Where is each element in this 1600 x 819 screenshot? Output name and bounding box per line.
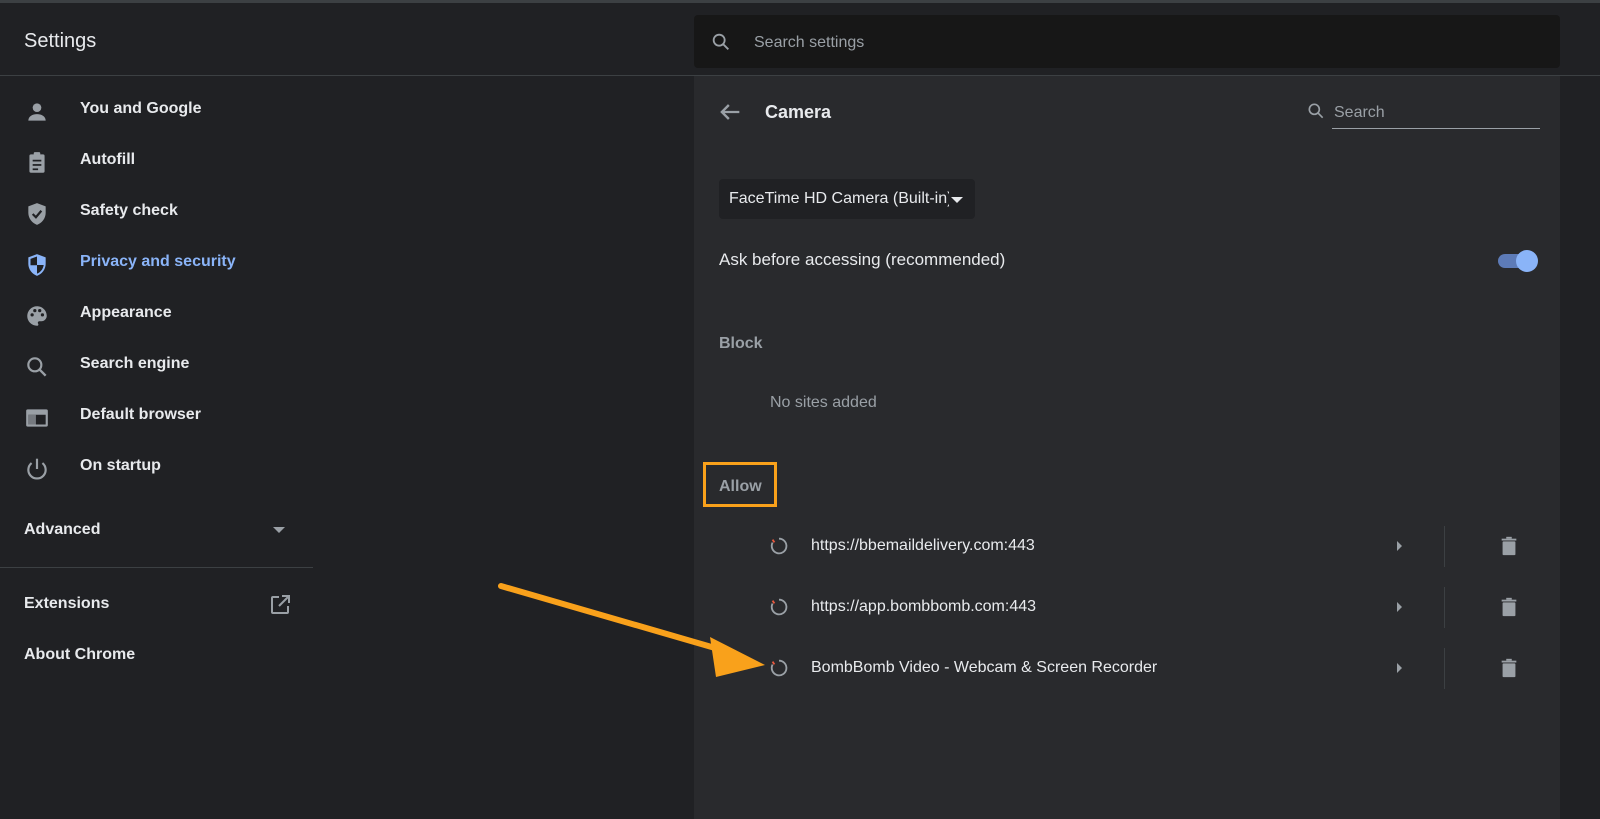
camera-search[interactable]: [1306, 98, 1540, 129]
chevron-right-icon[interactable]: [1397, 541, 1402, 551]
browser-icon: [26, 409, 48, 427]
clipboard-icon: [29, 152, 45, 173]
allowed-site-row: BombBomb Video - Webcam & Screen Recorde…: [694, 638, 1560, 699]
sidebar-item-label: Default browser: [80, 406, 201, 423]
sidebar-item-label: You and Google: [80, 100, 202, 117]
trash-icon[interactable]: [1498, 534, 1520, 558]
open-in-new-icon: [271, 595, 290, 614]
person-icon: [28, 103, 46, 121]
loading-favicon-icon: [770, 598, 788, 616]
search-icon: [712, 33, 729, 50]
top-bar: Settings: [0, 0, 1600, 76]
row-separator: [1444, 587, 1445, 628]
sidebar-item-label: Privacy and security: [80, 253, 236, 270]
sidebar-item-appearance[interactable]: Appearance: [0, 290, 313, 341]
allowed-site-row: https://bbemaildelivery.com:443: [694, 516, 1560, 577]
dropdown-caret-icon: [951, 197, 963, 203]
sidebar-item-autofill[interactable]: Autofill: [0, 137, 313, 188]
extensions-label: Extensions: [24, 595, 110, 612]
shield-check-icon: [28, 203, 46, 225]
sidebar: You and Google Autofill Safety check Pri…: [0, 76, 313, 819]
palette-icon: [27, 306, 47, 326]
camera-settings-panel: Camera FaceTime HD Camera (Built-in) Ask…: [694, 76, 1560, 819]
page-title: Camera: [765, 102, 832, 122]
sidebar-item-on-startup[interactable]: On startup: [0, 443, 313, 494]
toggle-knob: [1516, 250, 1538, 272]
row-separator: [1444, 648, 1445, 689]
advanced-label: Advanced: [24, 521, 101, 538]
advanced-toggle[interactable]: Advanced: [0, 506, 313, 556]
app-title: Settings: [24, 30, 97, 52]
search-input[interactable]: [752, 15, 1536, 70]
block-heading: Block: [719, 335, 763, 352]
settings-search-box[interactable]: [694, 15, 1560, 70]
ask-before-accessing-label: Ask before accessing (recommended): [719, 250, 1006, 269]
chevron-right-icon[interactable]: [1397, 663, 1402, 673]
sidebar-item-label: Appearance: [80, 304, 172, 321]
chevron-down-icon: [273, 527, 285, 533]
camera-device-select[interactable]: FaceTime HD Camera (Built-in): [719, 179, 975, 219]
camera-search-input[interactable]: [1332, 98, 1540, 129]
loading-favicon-icon: [770, 537, 788, 555]
sidebar-item-label: Search engine: [80, 355, 190, 372]
chevron-right-icon[interactable]: [1397, 602, 1402, 612]
block-empty-message: No sites added: [770, 394, 877, 411]
search-icon: [1308, 103, 1324, 119]
sidebar-item-label: Safety check: [80, 202, 178, 219]
allowed-site-row: https://app.bombbomb.com:443: [694, 577, 1560, 638]
sidebar-item-search-engine[interactable]: Search engine: [0, 341, 313, 392]
sidebar-divider: [0, 567, 313, 568]
search-icon: [27, 357, 47, 377]
sidebar-item-safety-check[interactable]: Safety check: [0, 188, 313, 239]
shield-half-icon: [28, 254, 46, 276]
power-icon: [27, 458, 47, 480]
camera-device-value: FaceTime HD Camera (Built-in): [729, 190, 949, 207]
loading-favicon-icon: [770, 659, 788, 677]
allowed-site-url[interactable]: https://bbemaildelivery.com:443: [811, 537, 1035, 555]
about-chrome-link[interactable]: About Chrome: [0, 629, 313, 679]
trash-icon[interactable]: [1498, 656, 1520, 680]
trash-icon[interactable]: [1498, 595, 1520, 619]
extensions-link[interactable]: Extensions: [0, 578, 313, 628]
allowed-site-url[interactable]: BombBomb Video - Webcam & Screen Recorde…: [811, 659, 1157, 677]
back-arrow-icon[interactable]: [716, 98, 744, 126]
ask-before-accessing-toggle[interactable]: [1496, 250, 1538, 272]
sidebar-item-privacy-and-security[interactable]: Privacy and security: [0, 239, 313, 290]
sidebar-item-label: On startup: [80, 457, 161, 474]
about-chrome-label: About Chrome: [24, 646, 136, 663]
allow-heading: Allow: [719, 478, 762, 495]
sidebar-item-default-browser[interactable]: Default browser: [0, 392, 313, 443]
sidebar-item-you-and-google[interactable]: You and Google: [0, 86, 313, 137]
row-separator: [1444, 526, 1445, 567]
sidebar-item-label: Autofill: [80, 151, 136, 168]
allowed-site-url[interactable]: https://app.bombbomb.com:443: [811, 598, 1036, 616]
